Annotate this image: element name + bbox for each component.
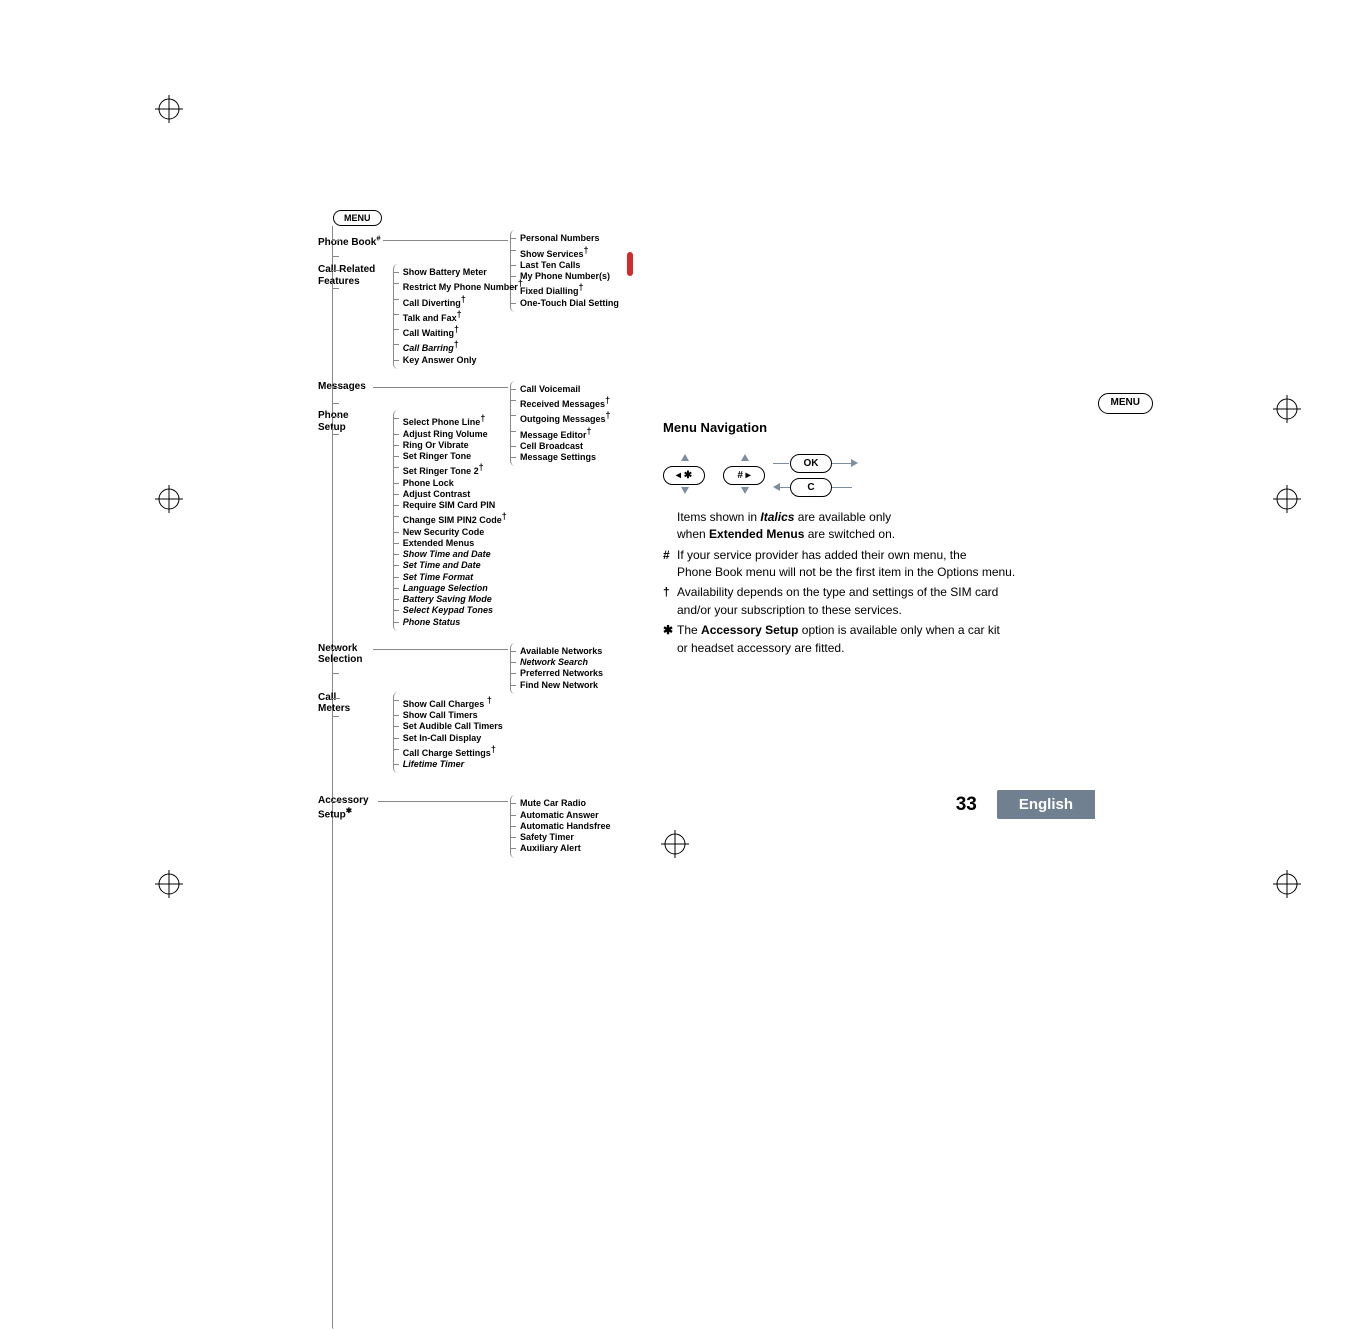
arrow-up-icon bbox=[681, 454, 689, 461]
submenu-item: Language Selection bbox=[400, 583, 507, 594]
page-number: 33 bbox=[956, 794, 977, 816]
submenu-item: Show Call Timers bbox=[400, 710, 503, 721]
note-italics: Items shown in Italics are available onl… bbox=[677, 509, 895, 544]
arrow-line-icon bbox=[773, 463, 789, 465]
submenu-item: Network Search bbox=[517, 657, 603, 668]
arrow-down-icon bbox=[681, 487, 689, 494]
submenu-item: Battery Saving Mode bbox=[400, 594, 507, 605]
submenu-item: Change SIM PIN2 Code† bbox=[400, 511, 507, 526]
arrow-right-icon bbox=[851, 459, 858, 467]
submenu-item: Call Waiting† bbox=[400, 324, 523, 339]
note-dagger: Availability depends on the type and set… bbox=[677, 584, 998, 619]
call-meters-submenu: Show Call Charges † Show Call Timers Set… bbox=[393, 692, 503, 774]
submenu-item: Set In-Call Display bbox=[400, 733, 503, 744]
menu-item-call-meters: Call Meters bbox=[318, 692, 380, 715]
note-star: The Accessory Setup option is available … bbox=[677, 622, 1000, 657]
submenu-item: Auxiliary Alert bbox=[517, 843, 611, 854]
star-marker: ✱ bbox=[663, 622, 677, 639]
crop-mark-icon bbox=[661, 830, 689, 858]
submenu-item: Show Time and Date bbox=[400, 549, 507, 560]
menu-item-phone-setup: Phone Setup bbox=[318, 410, 380, 433]
phone-setup-submenu: Select Phone Line† Adjust Ring Volume Ri… bbox=[393, 410, 507, 631]
submenu-item: Show Call Charges † bbox=[400, 695, 503, 710]
menu-item-phone-book: Phone Book# bbox=[318, 237, 381, 248]
submenu-item: Select Phone Line† bbox=[400, 413, 507, 428]
call-related-submenu: Show Battery Meter Restrict My Phone Num… bbox=[393, 264, 523, 369]
section-heading: Menu Navigation bbox=[663, 419, 1133, 438]
submenu-item: Phone Status bbox=[400, 617, 507, 628]
dagger-marker: † bbox=[663, 584, 677, 601]
arrow-line-icon bbox=[832, 463, 852, 465]
submenu-item: Set Audible Call Timers bbox=[400, 721, 503, 732]
ok-key-icon: OK bbox=[790, 454, 832, 473]
nav-buttons-diagram: ◂ ✱ # ▸ OK C bbox=[663, 444, 1133, 499]
language-tab: English bbox=[997, 790, 1095, 819]
submenu-item: Set Ringer Tone 2† bbox=[400, 462, 507, 477]
submenu-item: Talk and Fax† bbox=[400, 309, 523, 324]
crop-mark-icon bbox=[1273, 870, 1301, 898]
submenu-item: Lifetime Timer bbox=[400, 759, 503, 770]
arrow-left-icon bbox=[773, 483, 780, 491]
submenu-item: Adjust Contrast bbox=[400, 489, 507, 500]
menu-item-call-related: Call Related Features bbox=[318, 264, 380, 287]
submenu-item: Automatic Handsfree bbox=[517, 821, 611, 832]
submenu-item: Restrict My Phone Number† bbox=[400, 278, 523, 293]
submenu-item: Show Battery Meter bbox=[400, 267, 523, 278]
c-key-icon: C bbox=[790, 478, 832, 497]
arrow-up-icon bbox=[741, 454, 749, 461]
submenu-item: Phone Lock bbox=[400, 478, 507, 489]
submenu-item: Set Time and Date bbox=[400, 560, 507, 571]
menu-tree: MENU Phone Book# Personal Numbers Show S… bbox=[305, 210, 635, 827]
submenu-item: Personal Numbers bbox=[517, 233, 619, 244]
arrow-line-icon bbox=[780, 487, 790, 489]
submenu-item: Key Answer Only bbox=[400, 355, 523, 366]
menu-button-side: MENU bbox=[1098, 393, 1153, 414]
submenu-item: Set Time Format bbox=[400, 572, 507, 583]
submenu-item: Set Ringer Tone bbox=[400, 451, 507, 462]
menu-item-network: Network Selection bbox=[318, 643, 380, 666]
submenu-item: Call Diverting† bbox=[400, 294, 523, 309]
submenu-item: Extended Menus bbox=[400, 538, 507, 549]
submenu-item: Select Keypad Tones bbox=[400, 605, 507, 616]
hash-marker: # bbox=[663, 547, 677, 564]
crop-mark-icon bbox=[1273, 485, 1301, 513]
submenu-item: Adjust Ring Volume bbox=[400, 429, 507, 440]
crop-mark-icon bbox=[155, 485, 183, 513]
notes-block: Items shown in Italics are available onl… bbox=[663, 509, 1133, 657]
submenu-item: Call Barring† bbox=[400, 339, 523, 354]
hash-key-icon: # ▸ bbox=[723, 466, 765, 485]
menu-item-messages: Messages bbox=[318, 381, 366, 392]
note-hash: If your service provider has added their… bbox=[677, 547, 1015, 582]
submenu-item: Safety Timer bbox=[517, 832, 611, 843]
submenu-item: Available Networks bbox=[517, 646, 603, 657]
star-key-icon: ◂ ✱ bbox=[663, 466, 705, 485]
crop-mark-icon bbox=[155, 95, 183, 123]
submenu-item: Call Charge Settings† bbox=[400, 744, 503, 759]
submenu-item: New Security Code bbox=[400, 527, 507, 538]
arrow-down-icon bbox=[741, 487, 749, 494]
crop-mark-icon bbox=[1273, 395, 1301, 423]
arrow-line-icon bbox=[832, 487, 852, 489]
menu-button: MENU bbox=[333, 210, 382, 226]
submenu-item: Require SIM Card PIN bbox=[400, 500, 507, 511]
crop-mark-icon bbox=[155, 870, 183, 898]
submenu-item: Call Voicemail bbox=[517, 384, 611, 395]
submenu-item: Ring Or Vibrate bbox=[400, 440, 507, 451]
